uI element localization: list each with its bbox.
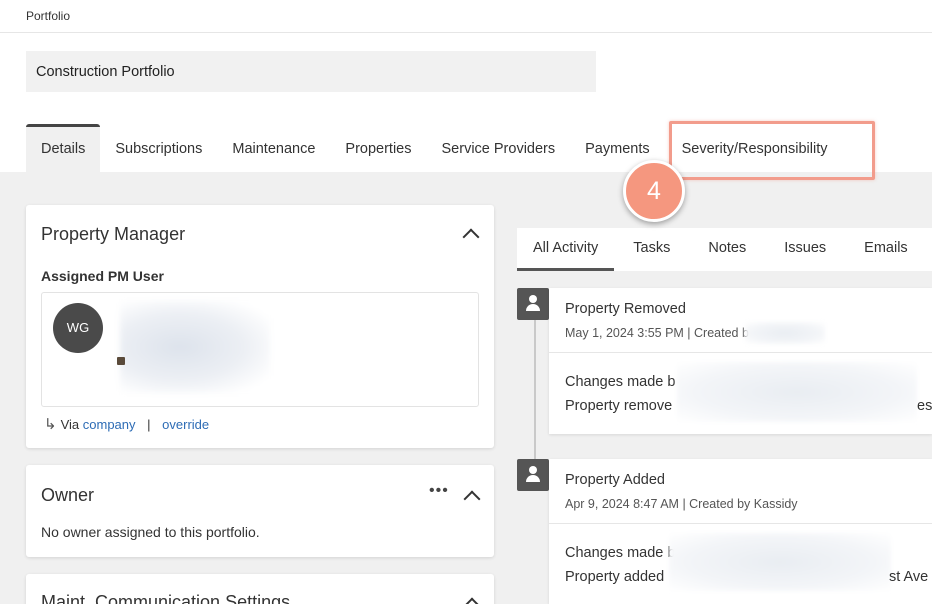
- tab-subscriptions[interactable]: Subscriptions: [100, 124, 217, 172]
- owner-empty-text: No owner assigned to this portfolio.: [41, 524, 260, 540]
- chevron-up-icon[interactable]: [463, 597, 481, 604]
- property-manager-card: Property Manager Assigned PM User WG ↳ Vi…: [26, 205, 494, 448]
- activity-title: Property Added: [565, 472, 665, 488]
- return-arrow-icon: ↳: [44, 416, 57, 433]
- divider: [549, 523, 932, 524]
- activity-tabs: All Activity Tasks Notes Issues Emails: [517, 228, 932, 271]
- portfolio-tabs: Details Subscriptions Maintenance Proper…: [26, 124, 842, 172]
- tab-issues[interactable]: Issues: [765, 228, 845, 271]
- maint-communication-card: Maint. Communication Settings: [26, 574, 494, 604]
- redacted-text: [669, 533, 891, 591]
- via-company-link[interactable]: company: [83, 417, 136, 432]
- redacted-text: [677, 362, 917, 422]
- tab-properties[interactable]: Properties: [330, 124, 426, 172]
- activity-detail-tail: es: [917, 398, 932, 414]
- activity-detail-line: Property remove: [565, 398, 673, 414]
- activity-changes-line: Changes made b: [565, 545, 676, 561]
- pm-user-box: WG: [41, 292, 479, 407]
- activity-item: Property Removed May 1, 2024 3:55 PM | C…: [549, 288, 932, 434]
- tab-all-activity[interactable]: All Activity: [517, 228, 615, 271]
- tab-service-providers[interactable]: Service Providers: [427, 124, 571, 172]
- avatar: WG: [53, 303, 103, 353]
- activity-changes-line: Changes made b: [565, 374, 676, 390]
- redacted-mark: [117, 357, 125, 365]
- tab-tasks[interactable]: Tasks: [614, 228, 689, 271]
- chevron-up-icon[interactable]: [463, 490, 481, 508]
- activity-detail-line: Property added: [565, 569, 665, 585]
- via-separator: |: [147, 417, 151, 432]
- user-icon: [517, 459, 549, 491]
- step-number-badge: 4: [623, 160, 685, 222]
- tab-maintenance[interactable]: Maintenance: [217, 124, 330, 172]
- owner-card: Owner ••• No owner assigned to this port…: [26, 465, 494, 557]
- portfolio-name-field[interactable]: [26, 51, 596, 92]
- override-link[interactable]: override: [162, 417, 209, 432]
- activity-item: Property Added Apr 9, 2024 8:47 AM | Cre…: [549, 459, 932, 604]
- tab-severity-responsibility[interactable]: Severity/Responsibility: [672, 124, 843, 172]
- tab-details[interactable]: Details: [26, 124, 101, 172]
- via-line: ↳ Via company | override: [44, 415, 209, 433]
- breadcrumb[interactable]: Portfolio: [26, 9, 70, 23]
- assigned-pm-label: Assigned PM User: [41, 268, 164, 284]
- activity-meta: Apr 9, 2024 8:47 AM | Created by Kassidy: [565, 497, 798, 511]
- property-manager-title: Property Manager: [41, 224, 186, 244]
- chevron-up-icon[interactable]: [462, 228, 480, 246]
- via-label: Via: [60, 417, 80, 432]
- user-icon: [517, 288, 549, 320]
- maint-communication-title: Maint. Communication Settings: [41, 592, 291, 604]
- redacted-user-details: [120, 301, 270, 393]
- tab-emails[interactable]: Emails: [845, 228, 927, 271]
- more-options-icon[interactable]: •••: [429, 482, 449, 500]
- activity-detail-tail: st Ave: [889, 569, 929, 585]
- divider: [549, 352, 932, 353]
- top-bar: Portfolio: [0, 0, 932, 33]
- activity-title: Property Removed: [565, 301, 686, 317]
- activity-meta: May 1, 2024 3:55 PM | Created b: [565, 326, 749, 340]
- timeline-line: [534, 305, 536, 465]
- owner-title: Owner: [41, 485, 95, 505]
- redacted-text: [745, 322, 825, 344]
- tab-notes[interactable]: Notes: [689, 228, 765, 271]
